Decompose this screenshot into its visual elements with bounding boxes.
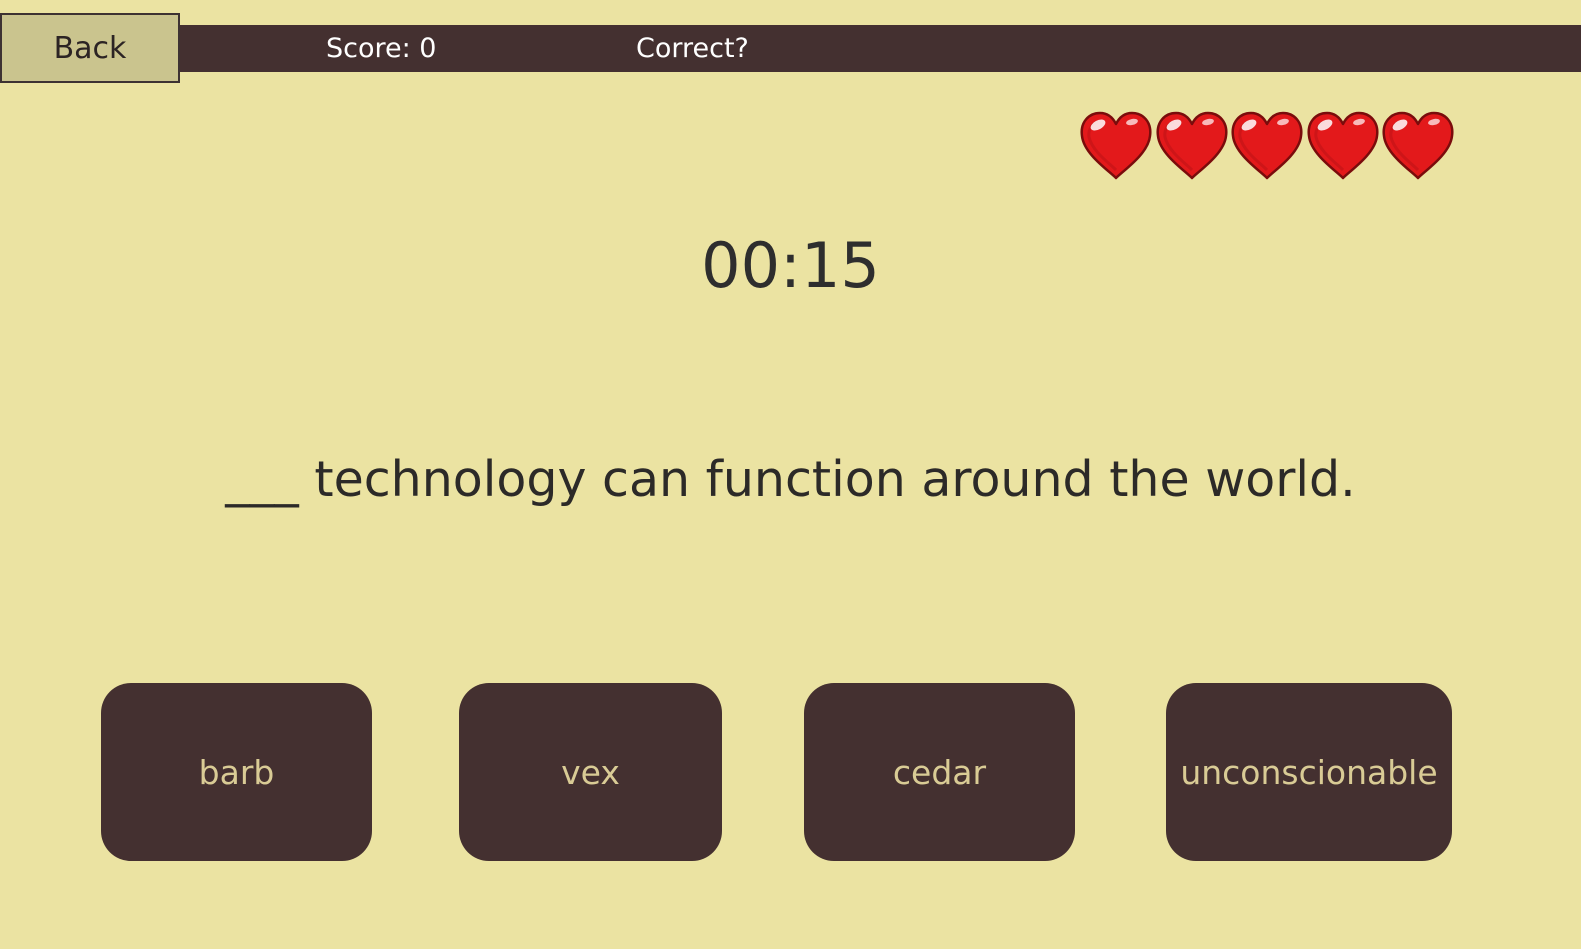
- answer-button-3[interactable]: cedar: [804, 683, 1075, 861]
- heart-icon: [1306, 111, 1379, 180]
- top-bar: [0, 25, 1581, 72]
- question-text: ___ technology can function around the w…: [225, 451, 1356, 508]
- answer-button-4[interactable]: unconscionable: [1166, 683, 1452, 861]
- answer-button-1[interactable]: barb: [101, 683, 372, 861]
- lives-display: [1078, 108, 1456, 182]
- heart-icon: [1155, 111, 1228, 180]
- answer-button-2[interactable]: vex: [459, 683, 722, 861]
- back-button[interactable]: Back: [0, 13, 180, 83]
- correct-label: Correct?: [636, 33, 749, 64]
- score-label: Score: 0: [326, 33, 437, 64]
- heart-icon: [1231, 111, 1303, 180]
- heart-icon: [1080, 111, 1152, 180]
- countdown-timer: 00:15: [701, 229, 880, 302]
- heart-icon: [1382, 111, 1454, 180]
